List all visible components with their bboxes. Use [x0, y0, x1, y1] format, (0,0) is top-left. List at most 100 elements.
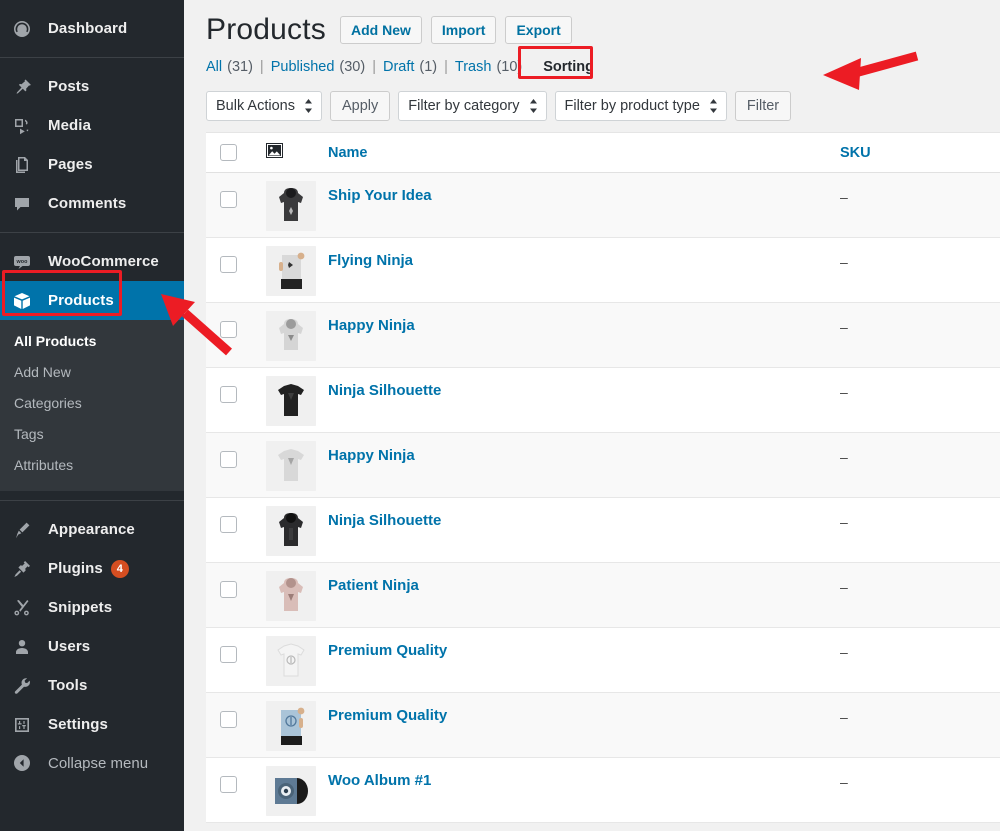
table-row[interactable]: Premium Quality– — [206, 628, 1000, 693]
status-link-all[interactable]: All — [206, 59, 222, 75]
product-name-link[interactable]: Patient Ninja — [328, 577, 419, 594]
product-name-link[interactable]: Ninja Silhouette — [328, 512, 441, 529]
sidebar-item-users[interactable]: Users — [0, 627, 184, 666]
product-name-link[interactable]: Premium Quality — [328, 642, 447, 659]
filter-by-product-type-select[interactable]: Filter by product type — [555, 91, 727, 121]
product-name-link[interactable]: Premium Quality — [328, 707, 447, 724]
appearance-brush-icon — [12, 520, 38, 540]
sidebar-item-settings[interactable]: Settings — [0, 705, 184, 744]
sku-column-sort-link[interactable]: SKU — [840, 145, 871, 161]
sidebar-item-media[interactable]: Media — [0, 106, 184, 145]
sku-column-header[interactable]: SKU — [840, 133, 1000, 173]
filter-button[interactable]: Filter — [735, 91, 791, 121]
status-link-draft[interactable]: Draft — [383, 59, 414, 75]
collapse-arrow-icon — [12, 753, 38, 773]
product-sku: – — [840, 774, 848, 790]
product-name-link[interactable]: Happy Ninja — [328, 447, 415, 464]
table-row[interactable]: Happy Ninja – — [206, 303, 1000, 368]
status-link-trash[interactable]: Trash — [455, 59, 492, 75]
dashboard-icon — [12, 19, 38, 39]
status-link-sorting[interactable]: Sorting — [534, 56, 603, 78]
status-divider: | — [444, 59, 448, 75]
row-checkbox[interactable] — [220, 646, 237, 663]
row-name-cell: Happy Ninja — [328, 433, 840, 498]
row-select-cell — [206, 368, 266, 433]
row-checkbox[interactable] — [220, 516, 237, 533]
sidebar-item-products[interactable]: Products — [0, 281, 184, 320]
row-thumbnail-cell — [266, 173, 328, 238]
name-column-sort-link[interactable]: Name — [328, 145, 368, 161]
row-thumbnail-cell — [266, 758, 328, 823]
row-checkbox[interactable] — [220, 321, 237, 338]
sidebar-item-tools[interactable]: Tools — [0, 666, 184, 705]
table-row[interactable]: Ninja Silhouette– — [206, 498, 1000, 563]
submenu-item-add-new[interactable]: Add New — [0, 357, 184, 388]
product-name-link[interactable]: Happy Ninja — [328, 317, 415, 334]
product-name-link[interactable]: Woo Album #1 — [328, 772, 431, 789]
export-button[interactable]: Export — [505, 16, 571, 44]
table-row[interactable]: Premium Quality– — [206, 693, 1000, 758]
sidebar-item-label: Posts — [48, 78, 89, 95]
product-name-link[interactable]: Ninja Silhouette — [328, 382, 441, 399]
table-row[interactable]: Ninja Silhouette – — [206, 368, 1000, 433]
product-thumbnail — [266, 636, 316, 686]
status-link-published[interactable]: Published — [271, 59, 335, 75]
sidebar-item-pages[interactable]: Pages — [0, 145, 184, 184]
submenu-item-all-products[interactable]: All Products — [0, 326, 184, 357]
sidebar-item-posts[interactable]: Posts — [0, 67, 184, 106]
select-all-checkbox[interactable] — [220, 144, 237, 161]
row-name-cell: Premium Quality — [328, 693, 840, 758]
table-row[interactable]: Patient Ninja– — [206, 563, 1000, 628]
sidebar-item-appearance[interactable]: Appearance — [0, 510, 184, 549]
row-checkbox[interactable] — [220, 581, 237, 598]
product-thumbnail — [266, 181, 316, 231]
chevron-updown-icon — [709, 98, 718, 114]
table-row[interactable]: Flying Ninja– — [206, 238, 1000, 303]
sidebar-item-label: Users — [48, 638, 90, 655]
row-sku-cell: – — [840, 368, 1000, 433]
submenu-item-categories[interactable]: Categories — [0, 388, 184, 419]
sidebar-item-comments[interactable]: Comments — [0, 184, 184, 223]
submenu-item-tags[interactable]: Tags — [0, 419, 184, 450]
product-name-link[interactable]: Ship Your Idea — [328, 187, 432, 204]
row-checkbox[interactable] — [220, 451, 237, 468]
sidebar-item-label: Dashboard — [48, 20, 127, 37]
products-table-head: Name SKU — [206, 133, 1000, 173]
table-row[interactable]: Ship Your Idea– — [206, 173, 1000, 238]
product-thumbnail — [266, 441, 316, 491]
sidebar-item-dashboard[interactable]: Dashboard — [0, 9, 184, 48]
table-row[interactable]: Woo Album #1 – — [206, 758, 1000, 823]
apply-button[interactable]: Apply — [330, 91, 390, 121]
row-select-cell — [206, 433, 266, 498]
tools-wrench-icon — [12, 676, 38, 696]
sidebar-item-plugins[interactable]: Plugins 4 — [0, 549, 184, 588]
row-checkbox[interactable] — [220, 776, 237, 793]
wordpress-admin-screen: Dashboard Posts Media Pages — [0, 0, 1000, 831]
row-checkbox[interactable] — [220, 191, 237, 208]
sidebar-item-label: Appearance — [48, 521, 135, 538]
import-button[interactable]: Import — [431, 16, 497, 44]
snippets-scissors-icon — [12, 598, 38, 618]
name-column-header[interactable]: Name — [328, 133, 840, 173]
product-name-link[interactable]: Flying Ninja — [328, 252, 413, 269]
row-select-cell — [206, 238, 266, 303]
status-divider: | — [372, 59, 376, 75]
row-checkbox[interactable] — [220, 711, 237, 728]
row-select-cell — [206, 563, 266, 628]
sidebar-item-woocommerce[interactable]: woo WooCommerce — [0, 242, 184, 281]
collapse-menu-button[interactable]: Collapse menu — [0, 744, 184, 782]
sidebar-divider — [0, 500, 184, 501]
filter-by-category-select[interactable]: Filter by category — [398, 91, 546, 121]
table-row[interactable]: Happy Ninja – — [206, 433, 1000, 498]
row-checkbox[interactable] — [220, 386, 237, 403]
row-name-cell: Ninja Silhouette — [328, 498, 840, 563]
bulk-actions-select[interactable]: Bulk Actions — [206, 91, 322, 121]
submenu-item-attributes[interactable]: Attributes — [0, 450, 184, 481]
row-sku-cell: – — [840, 433, 1000, 498]
add-new-button[interactable]: Add New — [340, 16, 422, 44]
row-checkbox[interactable] — [220, 256, 237, 273]
row-select-cell — [206, 303, 266, 368]
product-sku: – — [840, 319, 848, 335]
sidebar-item-snippets[interactable]: Snippets — [0, 588, 184, 627]
row-sku-cell: – — [840, 758, 1000, 823]
